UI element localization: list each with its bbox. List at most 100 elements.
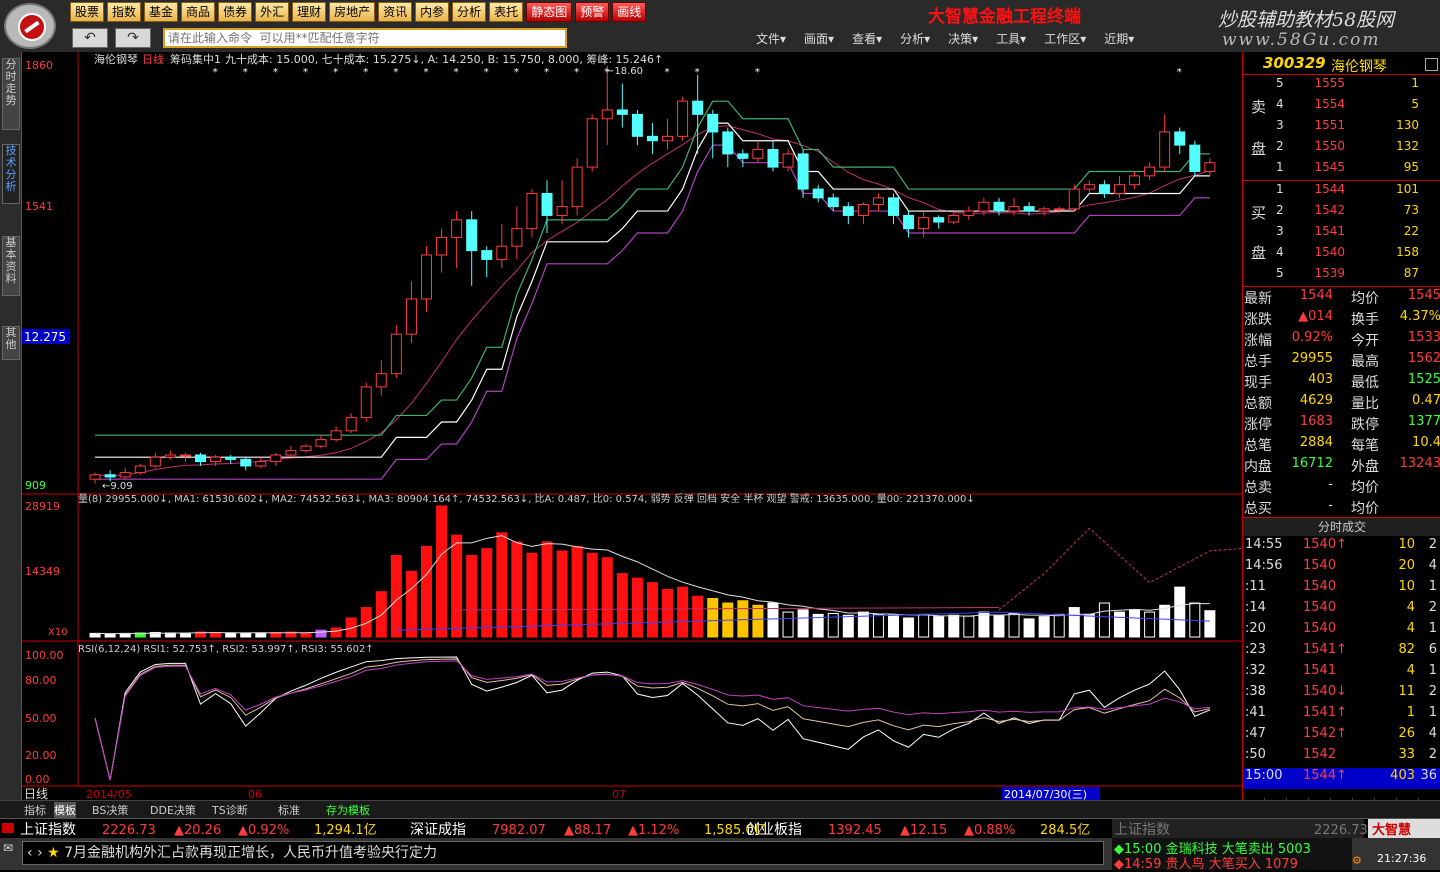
tick-row[interactable]: :50 1542 33 2 (1243, 747, 1440, 768)
nav-button[interactable]: 资讯 (378, 2, 413, 22)
nav-button[interactable]: 债券 (218, 2, 253, 22)
signal-star: * (544, 67, 549, 78)
candle-body (662, 135, 674, 142)
tick-price: 1542 (1303, 747, 1337, 762)
prev-news-icon[interactable]: ‹ (27, 845, 33, 861)
cursor-date: 2014/07/30(三) (1004, 788, 1087, 800)
candle-body (360, 386, 372, 419)
tab-other[interactable]: 其他 (2, 326, 20, 360)
candle-body (948, 214, 960, 223)
tab-intraday[interactable]: 分时走势 (2, 58, 20, 130)
volume-bar (420, 545, 432, 638)
tab-indicator[interactable]: 指标 (24, 802, 46, 818)
forward-button[interactable]: ↷ (115, 28, 151, 48)
index-name[interactable]: 创业板指 (746, 822, 802, 838)
settings-gear-icon[interactable]: ⚙ (1352, 854, 1362, 867)
mail-icon[interactable]: ✉ (3, 841, 13, 855)
nav-button[interactable]: 静态图 (526, 2, 573, 22)
nav-button[interactable]: 预警 (575, 2, 610, 22)
back-button[interactable]: ↶ (72, 28, 108, 48)
tab-save-template[interactable]: 存为模板 (326, 802, 370, 818)
nav-button[interactable]: 表托 (489, 2, 524, 22)
vol-ytick-top: 28919 (25, 500, 60, 513)
panel-close-icon[interactable] (1425, 58, 1438, 71)
menu-item[interactable]: 工具▾ (996, 30, 1026, 47)
app-logo[interactable] (4, 3, 56, 49)
tick-row[interactable]: :20 1540 4 1 (1243, 621, 1440, 642)
tick-row[interactable]: :38 1540↓ 11 2 (1243, 684, 1440, 705)
signal-star: * (303, 67, 308, 78)
rsi-tick-50: 50.00 (25, 712, 57, 725)
bid-row[interactable]: 1 1544 101 (1243, 182, 1440, 203)
signal-star: * (484, 67, 489, 78)
menu-item[interactable]: 分析▾ (900, 30, 930, 47)
tick-row[interactable]: :23 1541↑ 82 6 (1243, 642, 1440, 663)
nav-button[interactable]: 内参 (415, 2, 450, 22)
tick-row[interactable]: 14:55 1540↑ 10 2 (1243, 537, 1440, 558)
star-icon[interactable]: ★ (47, 845, 60, 861)
tab-dde-decision[interactable]: DDE决策 (150, 802, 196, 818)
kline-chart[interactable]: 1860 1541 909 12.275 海伦钢琴 日线 筹码集中1 九十成本: 15… (22, 52, 1271, 801)
nav-button[interactable]: 股票 (70, 2, 105, 22)
next-news-icon[interactable]: › (37, 845, 43, 861)
volume-bar (933, 616, 945, 638)
menu-item[interactable]: 查看▾ (852, 30, 882, 47)
nav-button[interactable]: 商品 (181, 2, 216, 22)
nav-button[interactable]: 画线 (612, 2, 647, 22)
ask-row[interactable]: 5 1555 1 (1243, 76, 1440, 97)
tab-template[interactable]: 模板 (54, 802, 76, 818)
tab-ts-diagnosis[interactable]: TS诊断 (212, 802, 248, 818)
bid-level: 2 (1276, 203, 1284, 217)
index-name[interactable]: 深证成指 (410, 822, 466, 838)
menu-item[interactable]: 决策▾ (948, 30, 978, 47)
tick-row[interactable]: :11 1540 10 1 (1243, 579, 1440, 600)
chart-area[interactable]: 1860 1541 909 12.275 海伦钢琴 日线 筹码集中1 九十成本: 15… (22, 52, 1271, 801)
volume-bar (255, 632, 267, 638)
alert-2[interactable]: ◆14:59 贵人鸟 大笔买入 1079 (1114, 853, 1298, 872)
menu-item[interactable]: 画面▾ (804, 30, 834, 47)
menu-item[interactable]: 文件▾ (756, 30, 786, 47)
signal-star: * (273, 67, 278, 78)
ask-row[interactable]: 2 1550 132 (1243, 139, 1440, 160)
stat-value: 1544 (1299, 288, 1333, 303)
nav-button[interactable]: 指数 (107, 2, 142, 22)
tab-fundamentals[interactable]: 基本资料 (2, 236, 20, 296)
bid-price: 1539 (1314, 266, 1345, 280)
news-ticker[interactable]: ‹ › ★ 7月金融机构外汇占款再现正增长，人民币升值考验央行定力 (22, 841, 1104, 865)
tab-technical[interactable]: 技术分析 (2, 144, 20, 204)
news-headline[interactable]: 7月金融机构外汇占款再现正增长，人民币升值考验央行定力 (64, 845, 437, 861)
bid-row[interactable]: 5 1539 87 (1243, 266, 1440, 287)
nav-button[interactable]: 分析 (452, 2, 487, 22)
tick-row[interactable]: :14 1540 4 2 (1243, 600, 1440, 621)
nav-button[interactable]: 理财 (292, 2, 327, 22)
ask-row[interactable]: 1 1545 95 (1243, 160, 1440, 181)
tick-row[interactable]: 14:56 1540 20 4 (1243, 558, 1440, 579)
tick-row[interactable]: :47 1542↑ 26 4 (1243, 726, 1440, 747)
index-name[interactable]: 上证指数 (20, 822, 76, 838)
stat-value: 0.92% (1291, 330, 1333, 345)
command-input[interactable] (163, 28, 567, 48)
bid-row[interactable]: 4 1540 158 (1243, 245, 1440, 266)
candle-body (1144, 166, 1156, 177)
tick-row[interactable]: :32 1541 4 1 (1243, 663, 1440, 684)
menu-item[interactable]: 工作区▾ (1044, 30, 1086, 47)
tick-volume: 10 (1398, 579, 1415, 594)
volume-bar (481, 548, 493, 638)
ask-level: 1 (1276, 160, 1284, 174)
ask-row[interactable]: 3 1551 130 (1243, 118, 1440, 139)
tick-row[interactable]: :41 1541↑ 1 1 (1243, 705, 1440, 726)
menu-item[interactable]: 近期▾ (1104, 30, 1134, 47)
bid-row[interactable]: 3 1541 22 (1243, 224, 1440, 245)
rsi-tick-80: 80.00 (25, 674, 57, 687)
index-change: ▲20.26 (174, 823, 221, 838)
tab-standard[interactable]: 标准 (278, 802, 300, 818)
tab-bs-decision[interactable]: BS决策 (92, 802, 128, 818)
bid-row[interactable]: 2 1542 73 (1243, 203, 1440, 224)
nav-button[interactable]: 基金 (144, 2, 179, 22)
nav-button[interactable]: 房地产 (329, 2, 376, 22)
candle-body (571, 166, 583, 208)
tick-row[interactable]: 15:00 1544↑ 403 36 (1243, 768, 1440, 789)
nav-button[interactable]: 外汇 (255, 2, 290, 22)
volume-bar (646, 582, 658, 638)
ask-row[interactable]: 4 1554 5 (1243, 97, 1440, 118)
